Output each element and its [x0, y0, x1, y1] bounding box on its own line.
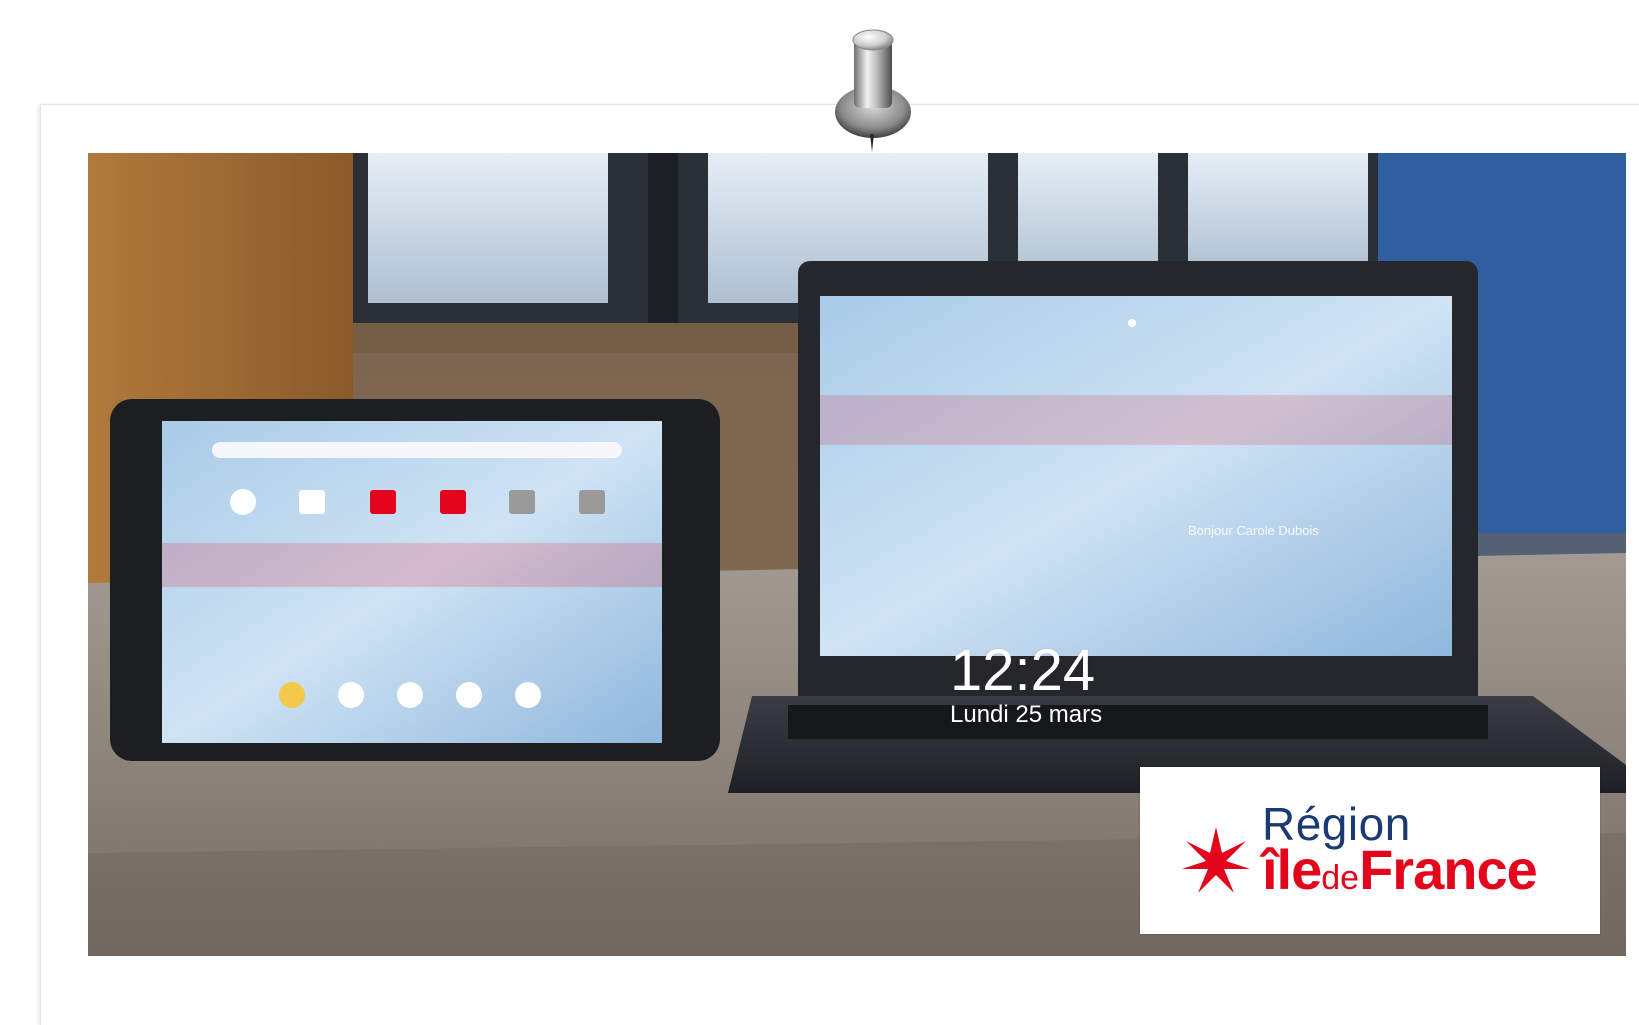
- logo-iledefrance-word: îledeFrance: [1262, 838, 1538, 901]
- star-logo-icon: [1182, 827, 1250, 893]
- laptop-greeting: Bonjour Carole Dubois: [1188, 523, 1319, 538]
- region-logo: Région îledeFrance: [1140, 767, 1600, 934]
- laptop-lock-date: Lundi 25 mars: [950, 701, 1103, 728]
- push-pin-icon: [835, 29, 911, 152]
- laptop-lock-time: 12:24: [950, 638, 1096, 703]
